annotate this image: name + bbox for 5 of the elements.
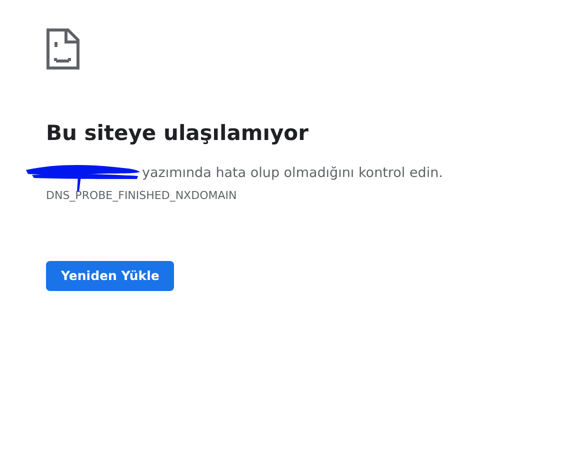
sad-page-icon bbox=[46, 28, 80, 70]
error-code: DNS_PROBE_FINISHED_NXDOMAIN bbox=[46, 188, 238, 204]
reload-button[interactable]: Yeniden Yükle bbox=[46, 260, 174, 292]
page-heading: Bu siteye ulaşılamıyor bbox=[46, 120, 310, 147]
error-message: yazımında hata olup olmadığını kontrol edin. bbox=[142, 164, 443, 183]
